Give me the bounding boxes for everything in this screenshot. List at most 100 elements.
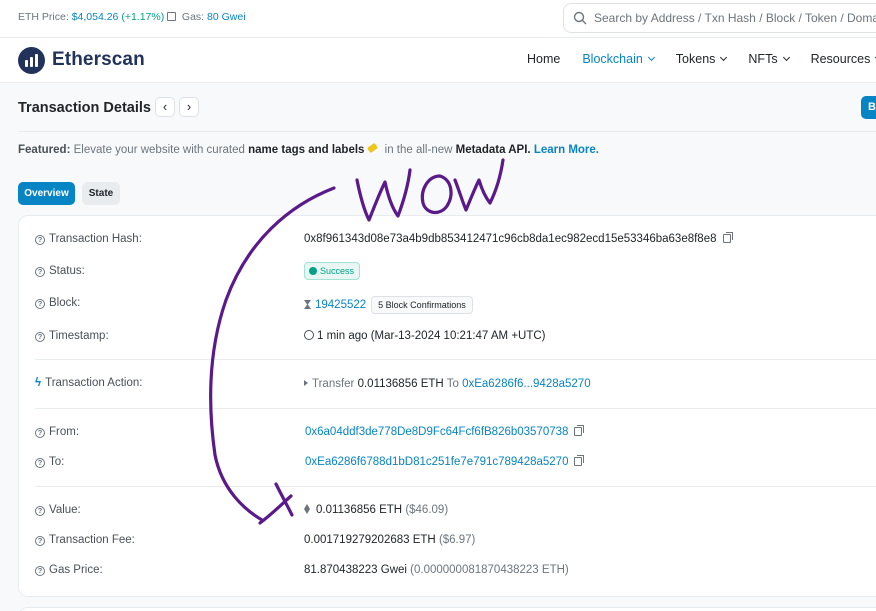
tx-hash-value: 0x8f961343d08e73a4b9db853412471c96cb8da1… <box>304 232 733 245</box>
block-confirmations-badge: 5 Block Confirmations <box>371 296 473 314</box>
to-value: 0xEa6286f6788d1bD81c251fe7e791c789428a52… <box>305 455 585 468</box>
help-icon[interactable]: ? <box>35 566 45 576</box>
gas-label: Gas: <box>181 11 205 23</box>
tx-action-to-address[interactable]: 0xEa6286f6...9428a5270 <box>462 378 591 390</box>
nav-blockchain-label: Blockchain <box>582 52 643 66</box>
search-icon <box>573 11 587 25</box>
tx-action-value: Transfer 0.01136856 ETH To 0xEa6286f6...… <box>304 378 591 390</box>
divider <box>35 359 876 360</box>
next-tx-button[interactable]: › <box>179 97 199 117</box>
eth-price-value[interactable]: $4,054.26 <box>72 11 119 23</box>
gas-pump-icon <box>167 12 176 21</box>
value-usd: ($46.09) <box>405 504 449 516</box>
featured-bold-text: Metadata API. <box>455 144 531 156</box>
featured-label: Featured: <box>18 144 71 156</box>
from-value: 0x6a04ddf3de778De8D9Fc64Fcf6fB826b035707… <box>305 425 585 438</box>
status-text: Success <box>320 266 355 276</box>
tx-fee-amount: 0.001719279202683 ETH <box>304 534 436 546</box>
from-label-text: From: <box>49 426 80 438</box>
block-number-link[interactable]: 19425522 <box>315 299 366 311</box>
tx-fee-usd: ($6.97) <box>438 534 476 546</box>
value-value: 0.01136856 ETH ($46.09) <box>304 504 448 516</box>
help-icon[interactable]: ? <box>35 428 45 438</box>
to-label-text: To: <box>49 456 65 468</box>
from-address-link[interactable]: 0x6a04ddf3de778De8D9Fc64Fcf6fB826b035707… <box>305 426 568 438</box>
tx-fee-label: ? Transaction Fee: <box>35 534 135 546</box>
divider <box>18 131 876 132</box>
gas-price-label: ? Gas Price: <box>35 564 103 576</box>
tx-action-verb: Transfer <box>312 378 355 390</box>
main-nav: Etherscan Home Blockchain Tokens NFTs Re… <box>0 38 876 83</box>
caret-right-icon[interactable] <box>304 380 308 386</box>
nav-nfts[interactable]: NFTs <box>748 52 790 66</box>
help-icon[interactable]: ? <box>35 458 45 468</box>
prev-tx-button[interactable]: ‹ <box>155 97 175 117</box>
top-bar: ETH Price: $4,054.26 (+1.17%) Gas: 80 Gw… <box>0 0 876 38</box>
more-details-card <box>18 607 876 611</box>
brand-name: Etherscan <box>52 49 145 70</box>
chevron-down-icon <box>782 53 790 62</box>
gas-price-amount: 81.870438223 Gwei <box>304 564 407 576</box>
help-icon[interactable]: ? <box>35 536 45 546</box>
featured-banner: Featured: Elevate your website with cura… <box>18 142 599 156</box>
eth-price: ETH Price: $4,054.26 (+1.17%) <box>18 11 164 23</box>
copy-icon[interactable] <box>722 232 733 243</box>
status-label: ? Status: <box>35 265 85 277</box>
from-label: ? From: <box>35 426 79 438</box>
nav-home[interactable]: Home <box>527 52 560 66</box>
gas-price-top: Gas: 80 Gwei <box>167 11 246 23</box>
tab-overview[interactable]: Overview <box>18 182 75 205</box>
main-content: Transaction Details ‹ › Bu Featured: Ele… <box>0 83 876 611</box>
tx-action-label: ϟ Transaction Action: <box>35 377 142 389</box>
chevron-down-icon <box>720 53 728 62</box>
gas-price-value: 81.870438223 Gwei (0.000000081870438223 … <box>304 564 569 576</box>
nav-resources[interactable]: Resources <box>811 52 876 66</box>
page-title: Transaction Details <box>18 100 151 116</box>
tab-state[interactable]: State <box>82 182 120 205</box>
search-box[interactable] <box>563 3 876 33</box>
status-label-text: Status: <box>49 265 85 277</box>
nav-blockchain[interactable]: Blockchain <box>582 52 655 66</box>
value-label-text: Value: <box>49 504 81 516</box>
timestamp-value: 1 min ago (Mar-13-2024 10:21:47 AM +UTC) <box>304 330 546 342</box>
help-icon[interactable]: ? <box>35 506 45 516</box>
block-value: 19425522 5 Block Confirmations <box>304 296 473 314</box>
value-label: ? Value: <box>35 504 81 516</box>
nav-tokens[interactable]: Tokens <box>675 52 728 66</box>
to-address-link[interactable]: 0xEa6286f6788d1bD81c251fe7e791c789428a52… <box>305 456 568 468</box>
help-icon[interactable]: ? <box>35 332 45 342</box>
eth-price-label: ETH Price: <box>18 11 69 23</box>
tx-action-amount: 0.01136856 ETH <box>357 378 444 390</box>
tx-hash-text: 0x8f961343d08e73a4b9db853412471c96cb8da1… <box>304 233 717 245</box>
tx-action-to-word: To <box>446 378 459 390</box>
divider <box>35 408 876 409</box>
block-label-text: Block: <box>49 297 81 309</box>
tx-action-label-text: Transaction Action: <box>45 377 143 389</box>
chevron-down-icon <box>647 53 655 62</box>
copy-icon[interactable] <box>574 455 585 466</box>
featured-text: Elevate your website with curated <box>73 144 245 156</box>
learn-more-link[interactable]: Learn More. <box>534 144 599 156</box>
timestamp-text: 1 min ago (Mar-13-2024 10:21:47 AM +UTC) <box>317 330 546 342</box>
copy-icon[interactable] <box>574 425 585 436</box>
to-label: ? To: <box>35 456 64 468</box>
hourglass-icon <box>304 300 311 309</box>
nav-tokens-label: Tokens <box>675 52 716 66</box>
help-icon[interactable]: ? <box>35 299 45 309</box>
clock-icon <box>304 330 314 340</box>
search-input[interactable] <box>594 4 876 32</box>
block-label: ? Block: <box>35 297 80 309</box>
buy-button[interactable]: Bu <box>861 96 876 119</box>
featured-bold-text: name tags and labels <box>248 144 365 156</box>
nav-resources-label: Resources <box>810 52 871 66</box>
featured-text: in the all-new <box>384 144 453 156</box>
gas-value[interactable]: 80 Gwei <box>207 11 246 23</box>
help-icon[interactable]: ? <box>35 267 45 277</box>
tx-hash-label: ? Transaction Hash: <box>35 233 142 245</box>
gas-price-eth: (0.000000081870438223 ETH) <box>410 564 569 576</box>
value-amount: 0.01136856 ETH <box>316 504 403 516</box>
help-icon[interactable]: ? <box>35 235 45 245</box>
etherscan-logo[interactable]: Etherscan <box>18 46 145 74</box>
status-value: Success <box>304 262 361 280</box>
timestamp-label-text: Timestamp: <box>49 330 109 342</box>
